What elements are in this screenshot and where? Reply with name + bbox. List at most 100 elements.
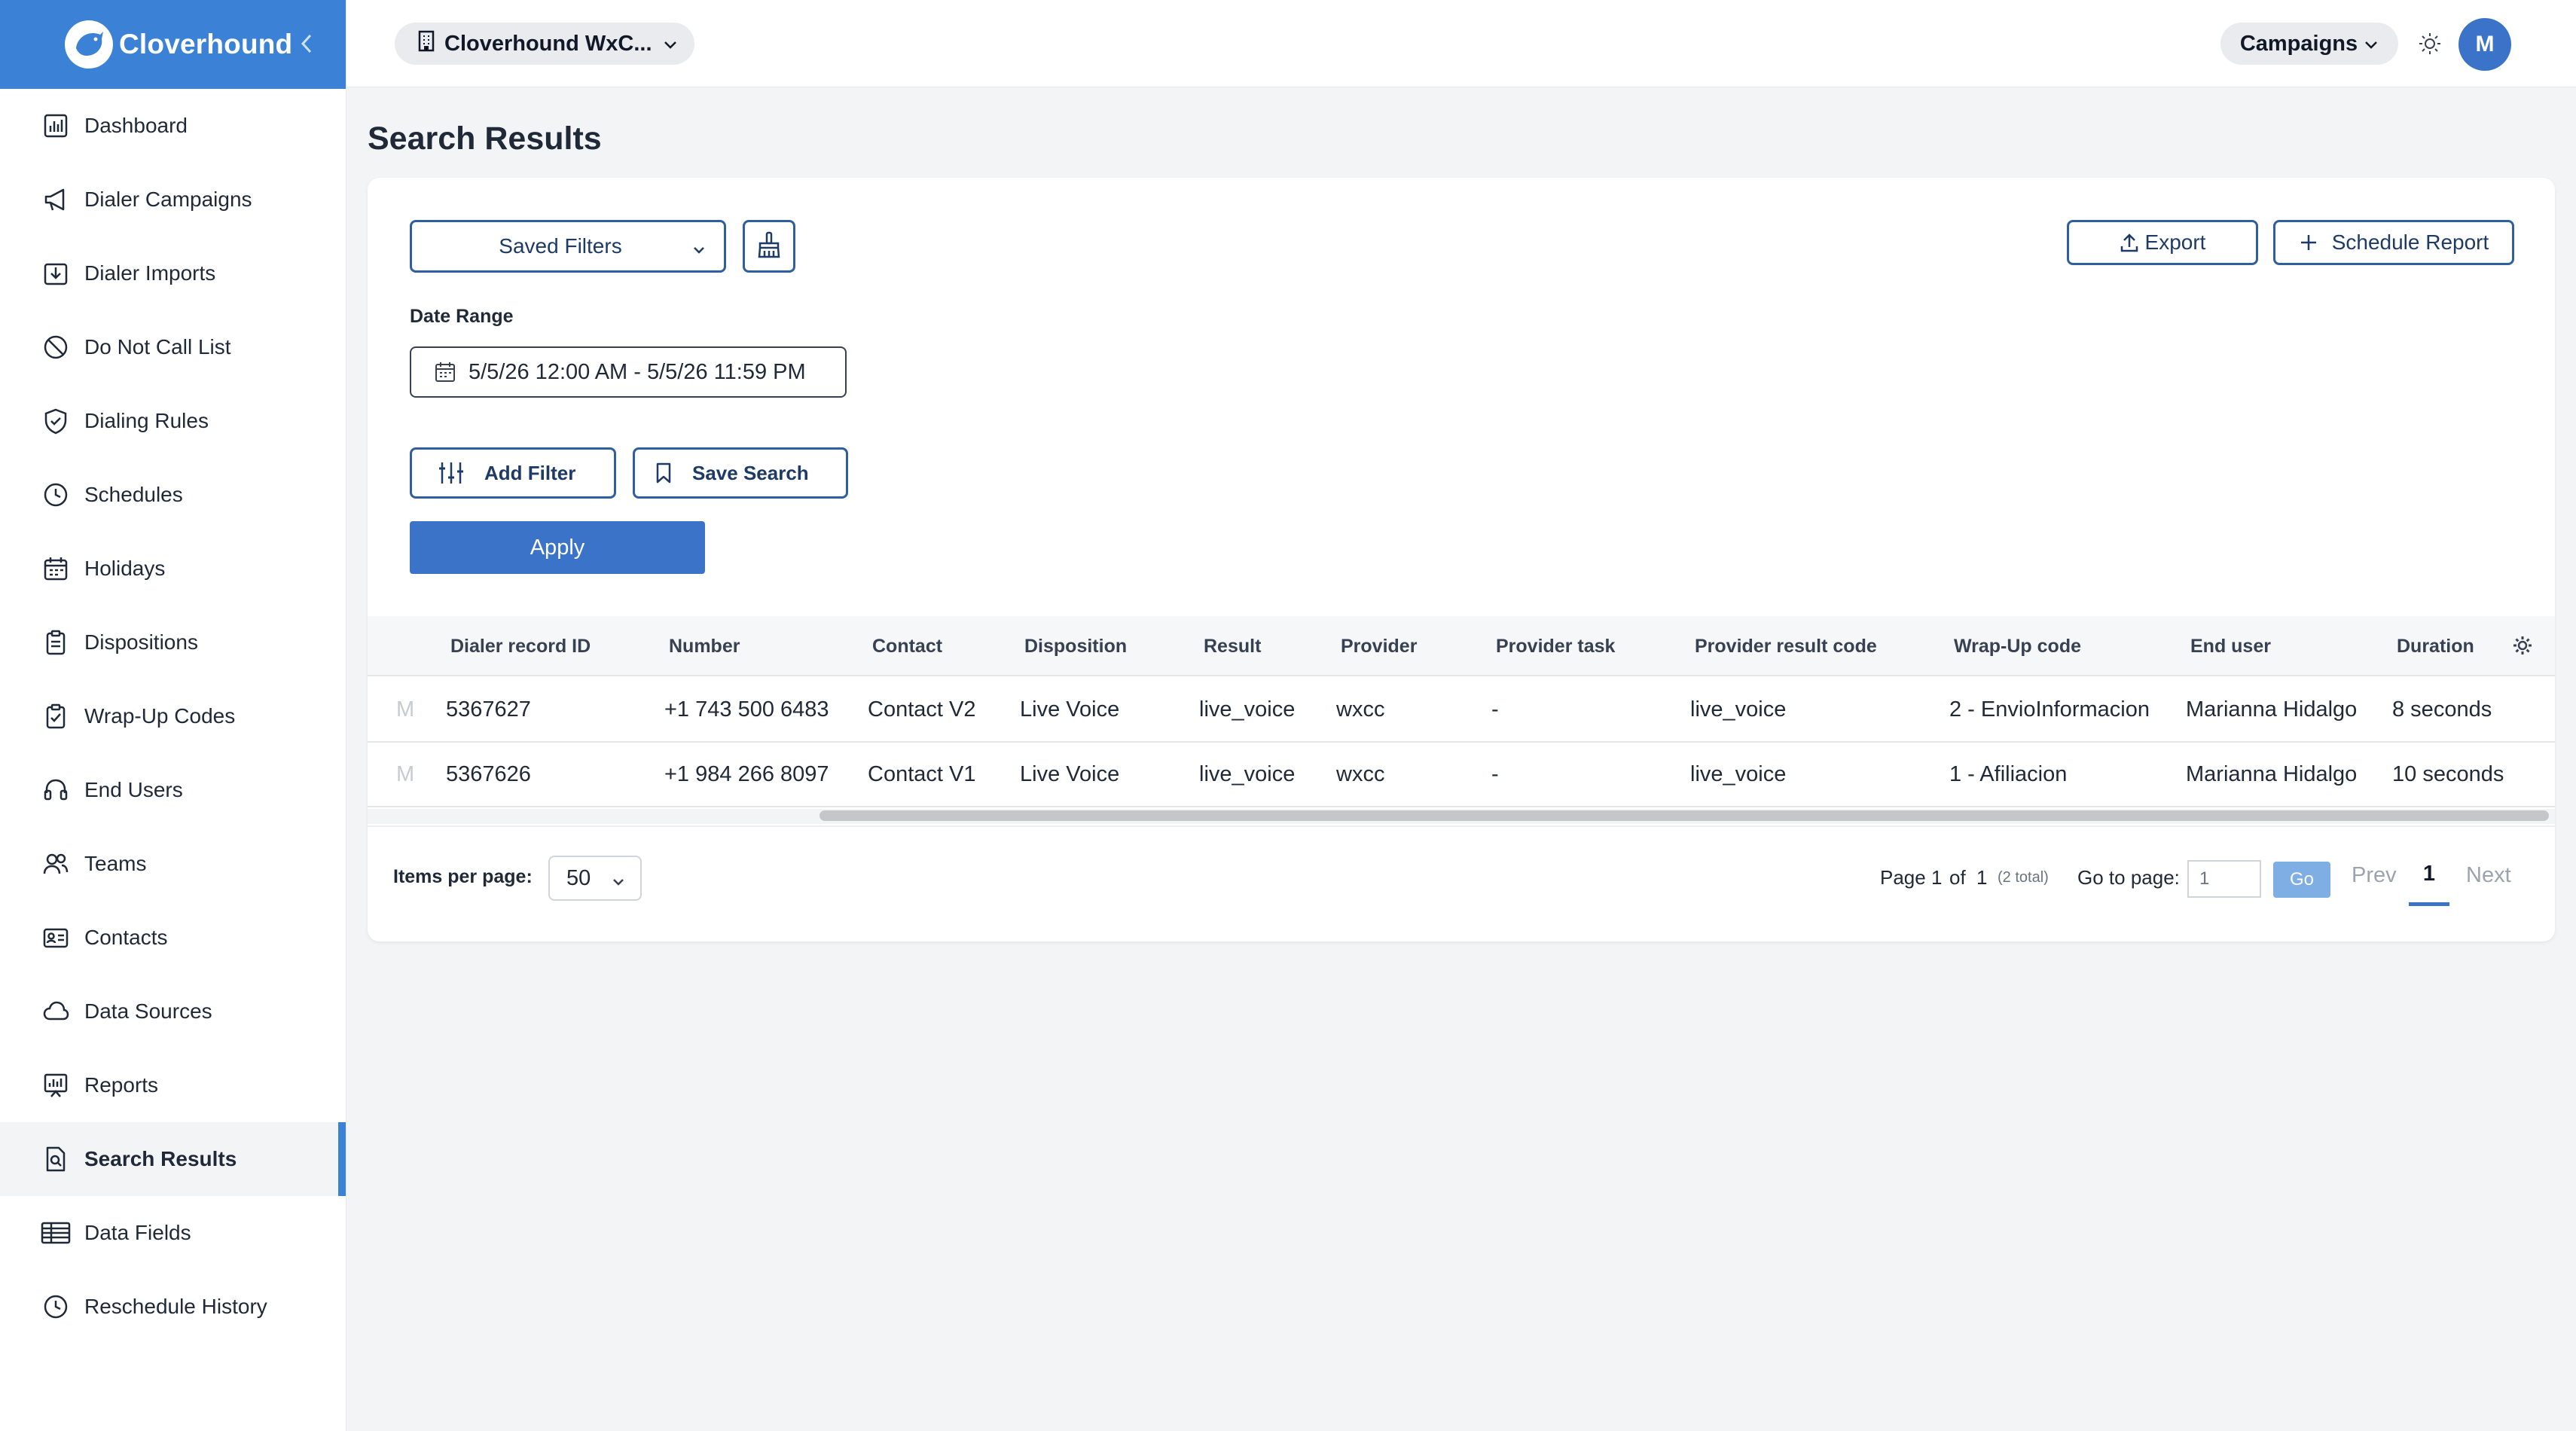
go-button[interactable]: Go [2273, 862, 2330, 898]
sidebar-item-data-fields[interactable]: Data Fields [0, 1196, 346, 1270]
plus-icon [2299, 233, 2318, 252]
page-of-label: of [1949, 866, 1966, 889]
column-header[interactable]: Number [669, 636, 740, 658]
table-cell: live_voice [1690, 697, 1787, 722]
next-page-link[interactable]: Next [2466, 863, 2511, 888]
table-cell: live_voice [1199, 762, 1296, 786]
column-header[interactable]: Provider [1341, 636, 1417, 658]
export-button[interactable]: Export [2067, 220, 2258, 265]
save-search-button[interactable]: Save Search [633, 447, 848, 499]
table-cell: Contact V2 [868, 697, 976, 722]
column-header[interactable]: Provider result code [1695, 636, 1877, 658]
table-cell: 8 seconds [2392, 697, 2492, 722]
table-cell: 5367627 [446, 697, 531, 722]
ban-icon [41, 332, 71, 362]
sidebar-item-do-not-call-list[interactable]: Do Not Call List [0, 310, 346, 384]
table-cell: 1 - Afiliacion [1949, 762, 2068, 786]
apply-button[interactable]: Apply [410, 521, 705, 574]
table-row[interactable]: M 5367627 +1 743 500 6483 Contact V2 Liv… [368, 678, 2555, 743]
date-range-field[interactable]: 5/5/26 12:00 AM - 5/5/26 11:59 PM [410, 346, 847, 398]
search-document-icon [41, 1144, 71, 1174]
sidebar-nav: Dashboard Dialer Campaigns Dialer Import… [0, 89, 346, 1344]
add-filter-label: Add Filter [484, 461, 576, 484]
sidebar-item-dashboard[interactable]: Dashboard [0, 89, 346, 163]
clipboard-icon [41, 627, 71, 658]
sidebar-item-teams[interactable]: Teams [0, 827, 346, 901]
campaigns-label: Campaigns [2239, 31, 2358, 56]
prev-page-link[interactable]: Prev [2352, 863, 2397, 888]
table-cell: live_voice [1690, 762, 1787, 786]
column-header[interactable]: Result [1204, 636, 1261, 658]
sidebar-item-dialer-imports[interactable]: Dialer Imports [0, 236, 346, 310]
sidebar-item-label: End Users [84, 778, 183, 801]
column-header[interactable]: Disposition [1024, 636, 1127, 658]
column-settings-gear-icon[interactable] [2511, 634, 2534, 662]
sidebar-item-label: Reports [84, 1073, 159, 1097]
table-cell: +1 984 266 8097 [664, 762, 829, 786]
table-cell: Contact V1 [868, 762, 976, 786]
column-header[interactable]: Dialer record ID [450, 636, 591, 658]
results-table: Dialer record ID Number Contact Disposit… [368, 616, 2555, 825]
current-page-link[interactable]: 1 [2409, 862, 2449, 886]
horizontal-scrollbar-thumb[interactable] [819, 810, 2549, 821]
column-header[interactable]: Provider task [1496, 636, 1615, 658]
sidebar-item-label: Do Not Call List [84, 335, 231, 359]
sidebar-item-dialing-rules[interactable]: Dialing Rules [0, 384, 346, 458]
column-header[interactable]: End user [2190, 636, 2271, 658]
clear-filters-button[interactable] [743, 220, 795, 273]
sidebar-item-dispositions[interactable]: Dispositions [0, 606, 346, 679]
table-row[interactable]: M 5367626 +1 984 266 8097 Contact V1 Liv… [368, 743, 2555, 807]
horizontal-scrollbar[interactable] [368, 809, 2555, 824]
users-icon [41, 849, 71, 879]
cloud-icon [41, 996, 71, 1027]
page-title: Search Results [368, 121, 602, 157]
sidebar-item-label: Schedules [84, 483, 183, 506]
sidebar-item-reports[interactable]: Reports [0, 1048, 346, 1122]
sidebar-item-end-users[interactable]: End Users [0, 753, 346, 827]
column-header[interactable]: Wrap-Up code [1954, 636, 2081, 658]
sidebar-item-holidays[interactable]: Holidays [0, 532, 346, 606]
chevron-down-icon [663, 32, 678, 56]
sidebar-item-schedules[interactable]: Schedules [0, 458, 346, 532]
table-header: Dialer record ID Number Contact Disposit… [368, 616, 2555, 676]
chevron-down-icon [610, 869, 627, 894]
organization-selector[interactable]: Cloverhound WxC... [395, 23, 694, 65]
sidebar-item-label: Dashboard [84, 114, 188, 137]
items-per-page-select[interactable]: 50 [548, 856, 642, 901]
avatar[interactable]: M [2458, 18, 2511, 71]
headset-icon [41, 775, 71, 805]
table-cell: wxcc [1336, 762, 1385, 786]
calendar-icon [434, 361, 456, 383]
sidebar-item-reschedule-history[interactable]: Reschedule History [0, 1270, 346, 1344]
goto-page-input[interactable] [2187, 860, 2261, 898]
calendar-icon [41, 554, 71, 584]
sidebar-item-dialer-campaigns[interactable]: Dialer Campaigns [0, 163, 346, 236]
schedule-report-button[interactable]: Schedule Report [2273, 220, 2514, 265]
column-header[interactable]: Contact [872, 636, 942, 658]
sun-icon[interactable] [2415, 29, 2445, 59]
sidebar-item-label: Data Fields [84, 1221, 191, 1244]
column-header[interactable]: Duration [2397, 636, 2474, 658]
campaigns-menu[interactable]: Campaigns [2220, 23, 2398, 65]
collapse-sidebar-button[interactable] [290, 27, 323, 60]
sidebar-item-label: Dialing Rules [84, 409, 209, 432]
sidebar-item-search-results[interactable]: Search Results [0, 1122, 346, 1196]
sidebar-item-label: Dialer Imports [84, 261, 216, 285]
items-per-page-value: 50 [566, 865, 591, 890]
add-filter-button[interactable]: Add Filter [410, 447, 616, 499]
search-results-card: Saved Filters Export Schedule Report Dat… [368, 178, 2555, 941]
export-label: Export [2144, 230, 2206, 254]
megaphone-icon [41, 185, 71, 215]
saved-filters-label: Saved Filters [499, 234, 622, 258]
sidebar-item-wrap-up-codes[interactable]: Wrap-Up Codes [0, 679, 346, 753]
saved-filters-dropdown[interactable]: Saved Filters [410, 220, 726, 273]
sidebar-item-contacts[interactable]: Contacts [0, 901, 346, 975]
table-cell: 2 - EnvioInformacion [1949, 697, 2150, 722]
sidebar-item-label: Search Results [84, 1147, 237, 1170]
sidebar-item-data-sources[interactable]: Data Sources [0, 975, 346, 1048]
total-pages: 1 [1976, 866, 1988, 889]
building-icon [417, 29, 435, 58]
import-icon [41, 258, 71, 288]
sidebar-item-label: Teams [84, 852, 147, 875]
table-cell: - [1491, 697, 1499, 722]
